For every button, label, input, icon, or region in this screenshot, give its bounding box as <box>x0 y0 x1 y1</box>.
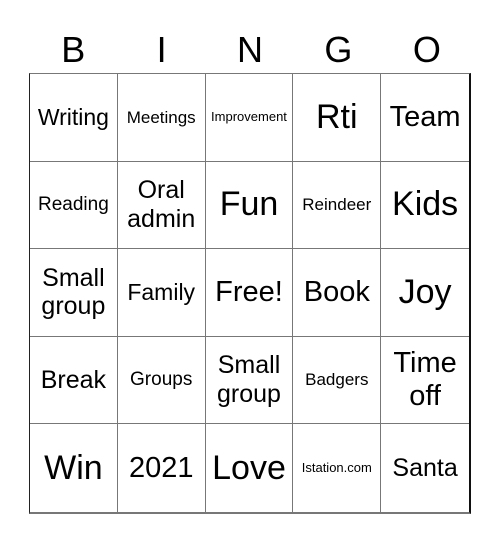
header-letter-i: I <box>156 29 167 70</box>
bingo-cell[interactable]: Fun <box>205 161 294 250</box>
bingo-cell[interactable]: Writing <box>30 74 118 162</box>
bingo-cell[interactable]: Small group <box>205 336 294 425</box>
bingo-cell[interactable]: Break <box>30 336 118 425</box>
bingo-cell[interactable]: Win <box>30 424 118 512</box>
bingo-cell[interactable]: Book <box>293 249 382 337</box>
bingo-cell[interactable]: 2021 <box>118 424 206 512</box>
header-letter-g: G <box>324 29 353 70</box>
header-letter-o: O <box>412 29 441 70</box>
bingo-cell[interactable]: Badgers <box>293 336 382 425</box>
header-letter-b: B <box>61 29 86 70</box>
bingo-cell[interactable]: Istation.com <box>293 424 382 512</box>
bingo-cell[interactable]: Rti <box>293 74 382 162</box>
bingo-cell-free-space[interactable]: Free! <box>205 249 294 337</box>
header-letter-n: N <box>237 29 264 70</box>
bingo-header: B I N G O <box>29 28 471 72</box>
bingo-cell[interactable]: Joy <box>381 249 469 337</box>
bingo-cell[interactable]: Groups <box>117 336 206 425</box>
bingo-cell[interactable]: Team <box>381 74 469 162</box>
bingo-cell[interactable]: Love <box>206 424 294 512</box>
bingo-cell[interactable]: Family <box>117 249 206 337</box>
bingo-cell[interactable]: Oral admin <box>117 161 206 250</box>
bingo-cell[interactable]: Reindeer <box>293 161 382 250</box>
bingo-cell[interactable]: Reading <box>30 161 118 250</box>
bingo-grid: Writing Meetings Improvement Rti Team Re… <box>29 73 471 514</box>
bingo-cell[interactable]: Small group <box>30 249 118 337</box>
bingo-cell[interactable]: Kids <box>381 162 469 250</box>
bingo-cell[interactable]: Santa <box>381 424 469 512</box>
bingo-cell[interactable]: Improvement <box>205 74 294 162</box>
bingo-cell[interactable]: Time off <box>381 337 469 425</box>
bingo-cell[interactable]: Meetings <box>117 74 206 162</box>
